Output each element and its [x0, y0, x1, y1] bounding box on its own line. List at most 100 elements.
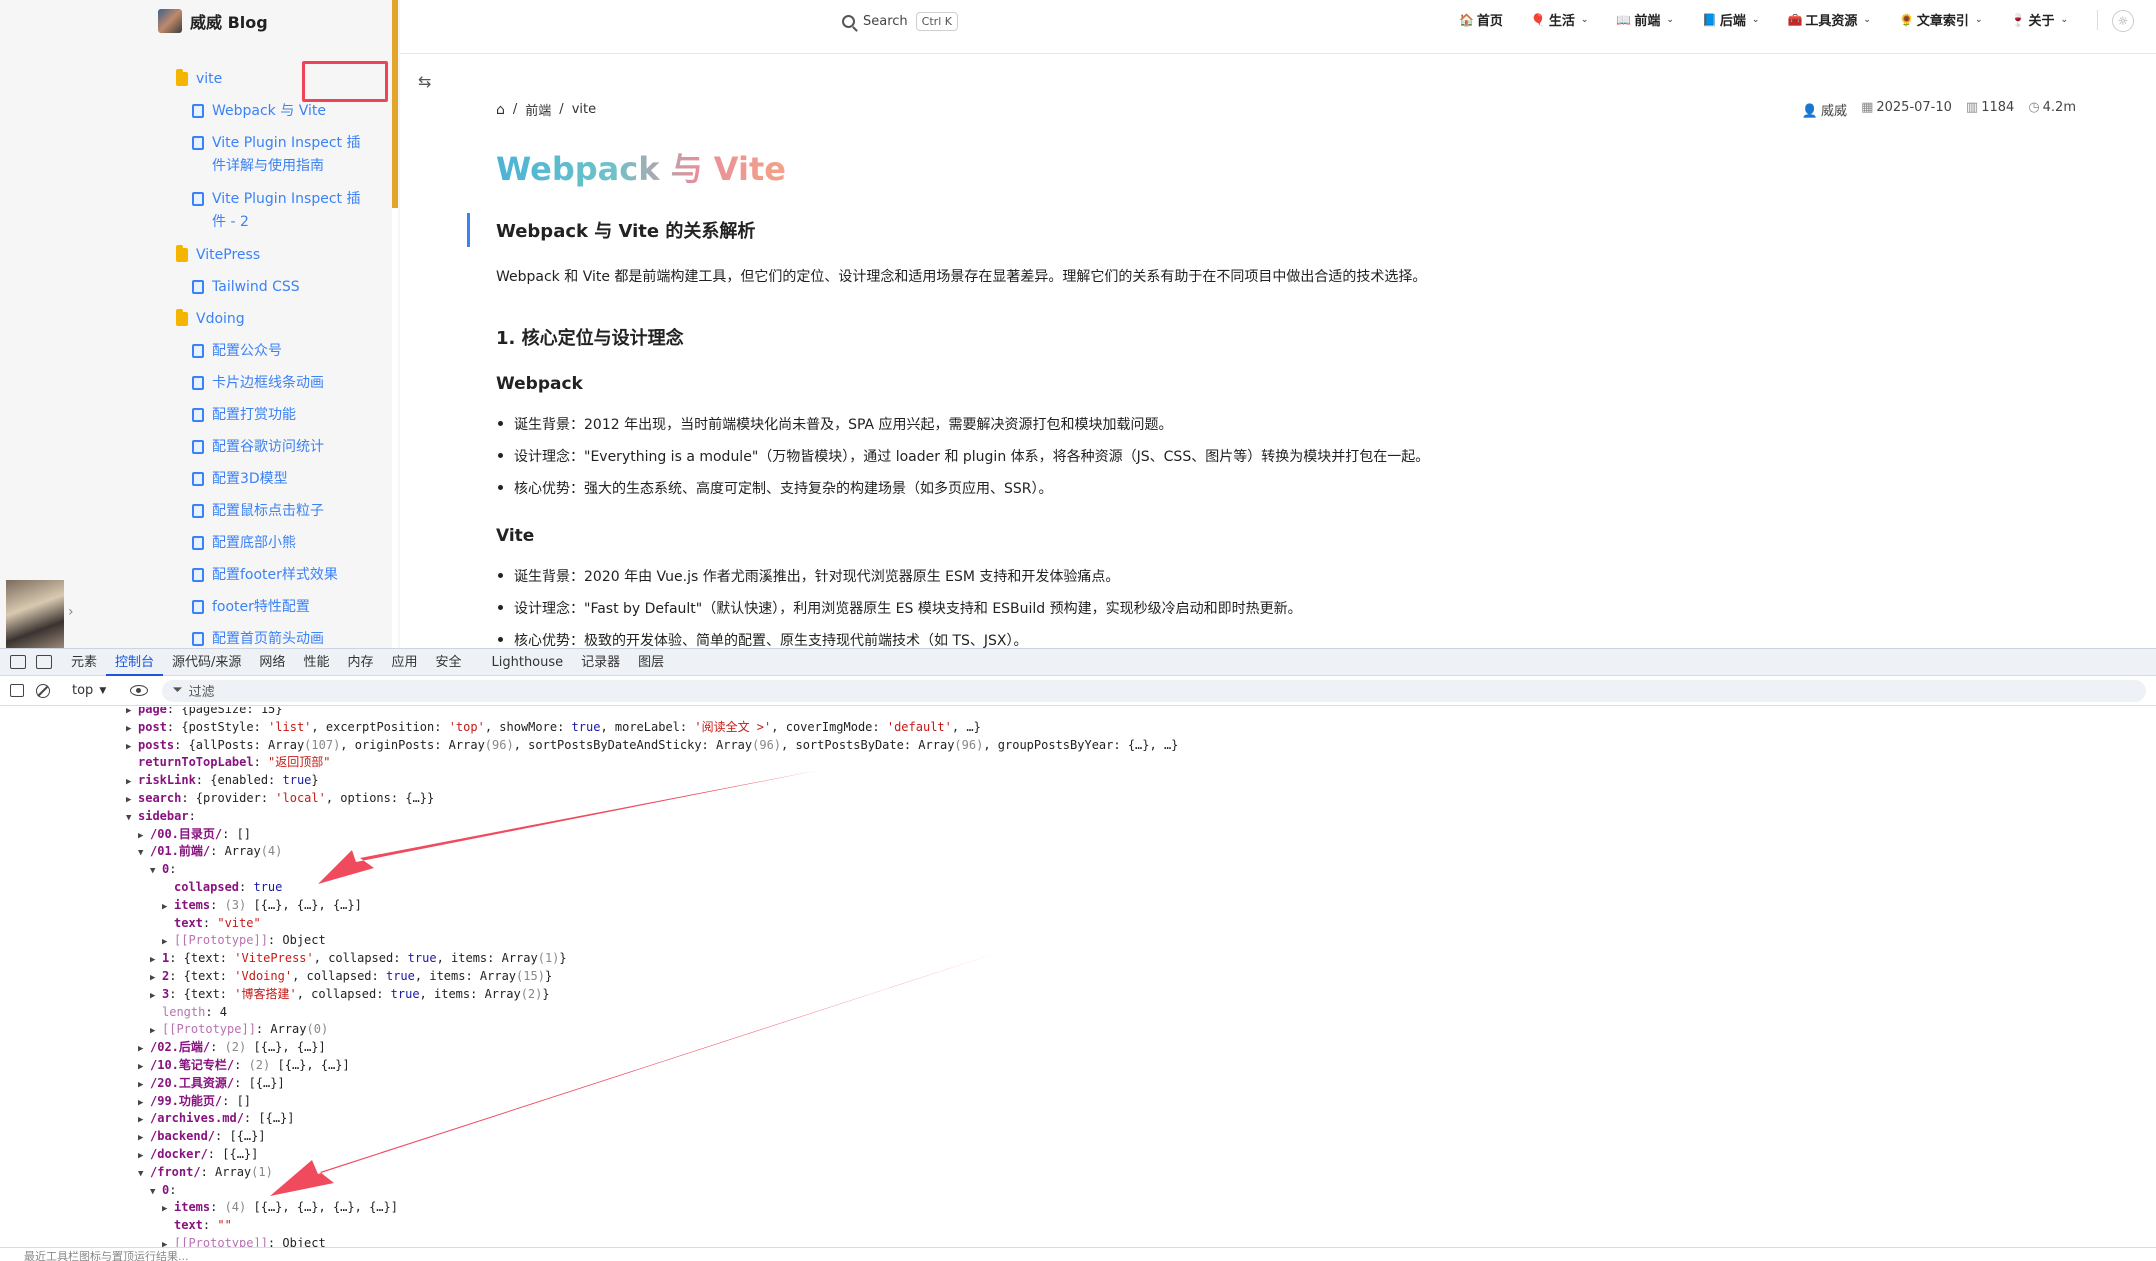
collapsed-triangle-icon[interactable]: ▶ [150, 970, 162, 987]
devtools-tab[interactable]: 内存 [338, 649, 382, 676]
eye-icon[interactable] [130, 685, 149, 696]
collapsed-triangle-icon[interactable]: ▶ [162, 899, 174, 916]
filter-input[interactable]: ⏷ 过滤 [162, 679, 2146, 702]
collapsed-triangle-icon[interactable]: ▶ [138, 1130, 150, 1147]
collapsed-triangle-icon[interactable]: ▶ [150, 952, 162, 969]
collapsed-triangle-icon[interactable]: ▶ [126, 721, 138, 738]
device-toolbar-icon[interactable] [36, 655, 52, 669]
sidebar-toggle-icon[interactable] [10, 684, 24, 697]
sidebar-item[interactable]: Vite Plugin Inspect 插件 - 2 [192, 188, 370, 234]
collapsed-triangle-icon[interactable]: ▶ [138, 1148, 150, 1165]
collapsed-triangle-icon[interactable]: ▶ [138, 1041, 150, 1058]
brand[interactable]: 威威 Blog [158, 8, 268, 34]
collapsed-triangle-icon[interactable]: ▶ [138, 1112, 150, 1129]
collapsed-triangle-icon[interactable]: ▶ [138, 1095, 150, 1112]
sidebar-item[interactable]: 配置鼠标点击粒子 [192, 500, 370, 523]
devtools-tab[interactable]: 网络 [250, 649, 294, 676]
nav-link[interactable]: 🎈 生活 ⌄ [1531, 10, 1589, 30]
console-line[interactable]: ▼ 0: [150, 1182, 176, 1199]
sidebar-item[interactable]: Vite Plugin Inspect 插件详解与使用指南 [192, 132, 370, 178]
nav-link[interactable]: 🏠 首页 [1459, 10, 1503, 30]
console-line[interactable]: ▶/02.后端/: (2) [{…}, {…}] [138, 1039, 326, 1056]
collapsed-triangle-icon[interactable]: ▶ [126, 792, 138, 809]
breadcrumb-item[interactable]: vite [572, 102, 596, 117]
sidebar-item[interactable]: Tailwind CSS [192, 276, 370, 299]
collapsed-triangle-icon[interactable]: ▶ [150, 988, 162, 1005]
console-line[interactable]: ▶ 3: {text: '博客搭建', collapsed: true, item… [150, 986, 550, 1003]
console-line[interactable]: ▶ 1: {text: 'VitePress', collapsed: true,… [150, 950, 567, 967]
devtools-tab[interactable]: 控制台 [106, 649, 164, 676]
devtools-tab[interactable]: 元素 [62, 649, 106, 676]
context-selector[interactable]: top ▼ [72, 683, 106, 698]
collapsed-triangle-icon[interactable]: ▶ [126, 739, 138, 756]
nav-link[interactable]: 🌻 文章索引 ⌄ [1899, 10, 1983, 30]
sidebar-scrollbar[interactable] [392, 0, 398, 208]
sidebar-item[interactable]: 配置3D模型 [192, 468, 370, 491]
console-line[interactable]: ▼/front/: Array(1) [138, 1164, 273, 1181]
sidebar-item[interactable]: footer特性配置 [192, 596, 370, 619]
console-line[interactable]: ▶/backend/: [{…}] [138, 1128, 266, 1145]
console-line[interactable]: ▶/archives.md/: [{…}] [138, 1110, 295, 1127]
console-line[interactable]: ▶ posts: {allPosts: Array(107), originPos… [126, 737, 1178, 754]
console-line[interactable]: ▶ page: {pageSize: 15} [126, 707, 283, 718]
nav-link[interactable]: 🍷 关于 ⌄ [2010, 10, 2068, 30]
expanded-triangle-icon[interactable]: ▼ [150, 1184, 162, 1201]
console-line[interactable]: ▶ search: {provider: 'local', options: {…… [126, 790, 434, 807]
sidebar-item[interactable]: 配置首页箭头动画 [192, 628, 370, 648]
collapsed-triangle-icon[interactable]: ▶ [162, 1237, 174, 1247]
console-line[interactable]: ▶/10.笔记专栏/: (2) [{…}, {…}] [138, 1057, 350, 1074]
devtools-tab[interactable]: Lighthouse [483, 649, 573, 676]
collapsed-triangle-icon[interactable]: ▶ [162, 1201, 174, 1218]
console-line[interactable]: ▶/docker/: [{…}] [138, 1146, 258, 1163]
expanded-triangle-icon[interactable]: ▼ [138, 1166, 150, 1183]
console-line[interactable]: ▼ sidebar: [126, 808, 196, 825]
sidebar-folder[interactable]: Vdoing [176, 308, 366, 331]
chevron-right-icon[interactable]: › [68, 604, 74, 620]
console-line[interactable]: ▶ post: {postStyle: 'list', excerptPositi… [126, 719, 981, 736]
breadcrumb-item[interactable]: 前端 [525, 100, 551, 119]
nav-link[interactable]: 🧰 工具资源 ⌄ [1787, 10, 1871, 30]
console-line[interactable]: ▶ items: (4) [{…}, {…}, {…}, {…}] [162, 1199, 398, 1216]
nav-link[interactable]: 📘 后端 ⌄ [1702, 10, 1760, 30]
sidebar-item[interactable]: 卡片边框线条动画 [192, 372, 370, 395]
console-line[interactable]: ▶/99.功能页/: [] [138, 1093, 251, 1110]
home-icon[interactable]: ⌂ [496, 102, 505, 118]
sidebar-item[interactable]: 配置底部小熊 [192, 532, 370, 555]
console-line[interactable]: ▶ riskLink: {enabled: true} [126, 772, 319, 789]
collapsed-triangle-icon[interactable]: ▶ [138, 1059, 150, 1076]
console-line[interactable]: ▶ [[Prototype]]: Object [162, 1235, 326, 1247]
devtools-tab[interactable]: 安全 [426, 649, 470, 676]
nav-link[interactable]: 📖 前端 ⌄ [1616, 10, 1674, 30]
collapsed-triangle-icon[interactable]: ▶ [138, 828, 150, 845]
console-line[interactable]: ▶ items: (3) [{…}, {…}, {…}] [162, 897, 362, 914]
background-thumbnail[interactable] [6, 580, 64, 648]
search-button[interactable]: Search Ctrl K [842, 9, 958, 33]
sidebar-item[interactable]: Webpack 与 Vite [192, 100, 370, 123]
sidebar-item[interactable]: 配置footer样式效果 [192, 564, 370, 587]
console-line[interactable]: ▶/20.工具资源/: [{…}] [138, 1075, 285, 1092]
expanded-triangle-icon[interactable]: ▼ [138, 845, 150, 862]
console-line[interactable]: ▶/00.目录页/: [] [138, 826, 251, 843]
collapsed-triangle-icon[interactable]: ▶ [150, 1023, 162, 1040]
author[interactable]: 👤 威威 [1802, 100, 1847, 119]
collapsed-triangle-icon[interactable]: ▶ [138, 1077, 150, 1094]
sidebar-item[interactable]: 配置公众号 [192, 340, 370, 363]
devtools-tab[interactable]: 记录器 [572, 649, 629, 676]
sidebar-item[interactable]: 配置打赏功能 [192, 404, 370, 427]
inspect-icon[interactable] [10, 655, 26, 669]
sidebar-item[interactable]: 配置谷歌访问统计 [192, 436, 370, 459]
outline-toggle-icon[interactable]: ⇆ [418, 72, 431, 91]
console-line[interactable]: ▶ [[Prototype]]: Array(0) [150, 1021, 328, 1038]
sidebar-folder[interactable]: VitePress [176, 244, 366, 267]
devtools-tab[interactable]: 性能 [294, 649, 338, 676]
devtools-tab[interactable]: 应用 [382, 649, 426, 676]
clear-console-icon[interactable] [36, 683, 50, 698]
theme-toggle-icon[interactable]: ☼ [2112, 10, 2134, 32]
console-line[interactable]: ▼/01.前端/: Array(4) [138, 843, 282, 860]
devtools-tab[interactable]: 源代码/来源 [163, 649, 250, 676]
console-line[interactable]: ▶ [[Prototype]]: Object [162, 932, 326, 949]
collapsed-triangle-icon[interactable]: ▶ [162, 934, 174, 951]
expanded-triangle-icon[interactable]: ▼ [126, 810, 138, 827]
collapsed-triangle-icon[interactable]: ▶ [126, 774, 138, 791]
console-line[interactable]: ▶ 2: {text: 'Vdoing', collapsed: true, it… [150, 968, 552, 985]
